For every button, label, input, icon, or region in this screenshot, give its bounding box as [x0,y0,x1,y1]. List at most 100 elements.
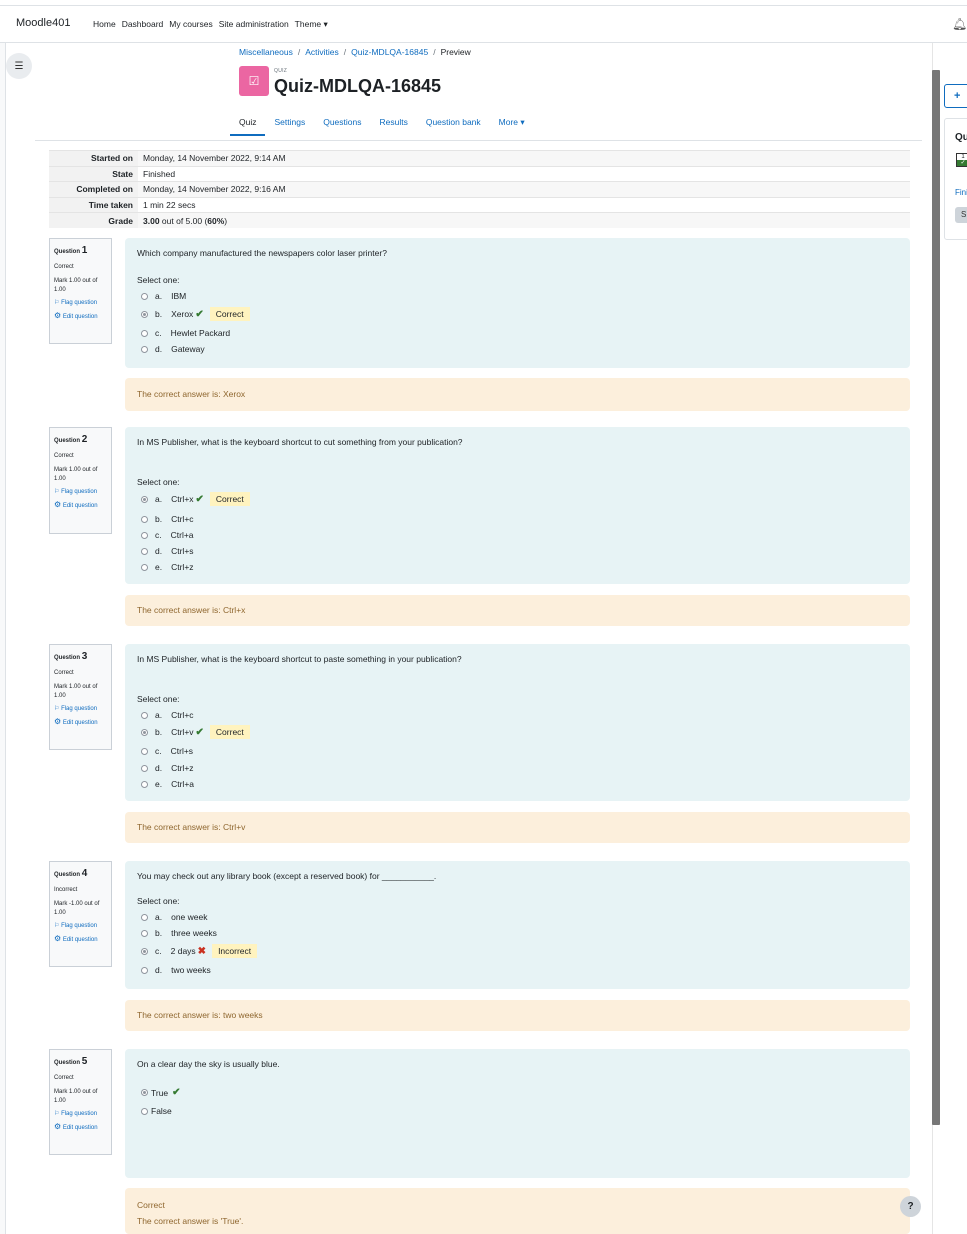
check-icon: ✓ [957,160,967,166]
module-label: QUIZ [274,68,288,74]
question-text: Which company manufactured the newspaper… [137,248,387,258]
quiz-navigation-question-button[interactable]: 1 ✓ [956,153,967,167]
edit-question-link[interactable]: ⚙ Edit question [54,499,107,511]
radio-button[interactable] [141,747,148,755]
help-button[interactable]: ? [900,1196,921,1217]
radio-button[interactable] [141,913,148,921]
answer-option[interactable]: a. Ctrl+c [141,710,194,720]
radio-button[interactable] [141,966,148,974]
tab-quiz[interactable]: Quiz [230,111,266,136]
flag-question-link[interactable]: ⚐ Flag question [54,299,107,308]
summary-value: Monday, 14 November 2022, 9:16 AM [138,181,910,197]
radio-button[interactable] [141,780,148,788]
option-text: two weeks [171,965,211,975]
question-state: Incorrect [54,886,78,893]
question-state: Correct [54,669,74,676]
answer-option[interactable]: b. Ctrl+c [141,514,194,524]
radio-button[interactable] [141,711,148,719]
flag-question-link[interactable]: ⚐ Flag question [54,922,107,931]
question-text: In MS Publisher, what is the keyboard sh… [137,654,462,664]
flag-question-link[interactable]: ⚐ Flag question [54,1110,107,1119]
edit-question-link[interactable]: ⚙ Edit question [54,933,107,945]
scrollbar[interactable] [932,70,940,1125]
radio-button[interactable] [141,345,148,353]
option-text: Xerox [171,309,194,319]
quiz-activity-icon: ☑ [239,66,269,96]
radio-button[interactable] [141,728,148,736]
summary-value: Finished [138,165,910,182]
answer-option[interactable]: a. one week [141,912,207,922]
tab-question-bank[interactable]: Question bank [417,111,490,136]
question-state: Correct [54,1074,74,1081]
answer-option[interactable]: e. Ctrl+z [141,562,194,572]
option-text: Ctrl+z [171,763,194,773]
answer-option[interactable]: c. 2 days ✖ Incorrect [141,944,258,958]
start-new-preview-button[interactable]: S [955,207,967,223]
course-index-toggle-icon[interactable]: ☰ [6,53,32,79]
answer-option[interactable]: c. Ctrl+a [141,530,194,540]
grade-percent: 60% [207,215,225,226]
answer-option[interactable]: a. Ctrl+x ✔ Correct [141,492,250,506]
radio-button[interactable] [141,1107,148,1115]
breadcrumb-item-quiz[interactable]: Quiz-MDLQA-16845 [351,47,428,57]
nav-my-courses[interactable]: My courses [169,19,212,30]
radio-button[interactable] [141,515,148,523]
flag-question-link[interactable]: ⚐ Flag question [54,488,107,497]
answer-option[interactable]: b. three weeks [141,928,217,938]
radio-button[interactable] [141,531,148,539]
answer-option[interactable]: c. Ctrl+s [141,746,193,756]
answer-option[interactable]: d. two weeks [141,965,211,975]
gear-icon: ⚙ [54,717,62,727]
answer-option[interactable]: True ✔ [141,1087,181,1098]
tab-settings[interactable]: Settings [265,111,314,136]
radio-button[interactable] [141,547,148,555]
radio-button[interactable] [141,495,148,503]
edit-question-link[interactable]: ⚙ Edit question [54,716,107,728]
nav-theme-dropdown[interactable]: Theme ▾ [295,19,328,30]
option-text: True [151,1087,169,1098]
edit-question-link[interactable]: ⚙ Edit question [54,1121,107,1133]
summary-row-started: Started on Monday, 14 November 2022, 9:1… [49,150,910,166]
nav-site-administration[interactable]: Site administration [219,19,289,30]
finish-review-link[interactable]: Fini [955,188,967,197]
right-answer-text: The correct answer is: two weeks [137,1010,263,1020]
site-brand[interactable]: Moodle401 [16,17,70,29]
notifications-bell-icon[interactable]: 🔔︎ [952,17,967,31]
answer-option[interactable]: a. IBM [141,291,186,301]
answer-option[interactable]: e. Ctrl+a [141,779,194,789]
radio-button[interactable] [141,1089,148,1096]
radio-button[interactable] [141,929,148,937]
summary-row-state: State Finished [49,165,910,182]
flag-icon: ⚐ [54,488,60,495]
answer-option[interactable]: b. Xerox ✔ Correct [141,307,250,321]
nav-home[interactable]: Home [93,19,116,30]
tab-results[interactable]: Results [370,111,416,136]
answer-option[interactable]: d. Gateway [141,344,205,354]
flag-question-link[interactable]: ⚐ Flag question [54,705,107,714]
tab-questions[interactable]: Questions [314,111,370,136]
answer-option[interactable]: b. Ctrl+v ✔ Correct [141,725,250,739]
tab-more[interactable]: More ▾ [490,111,534,136]
breadcrumb-item-activities[interactable]: Activities [305,47,339,57]
flag-question-label: Flag question [61,299,98,306]
grade-close: ) [224,215,228,226]
summary-label: Completed on [49,181,138,197]
add-block-button[interactable]: + [944,84,967,108]
answer-option[interactable]: c. Hewlet Packard [141,328,230,338]
breadcrumb-item-miscellaneous[interactable]: Miscellaneous [239,47,293,57]
answer-option[interactable]: d. Ctrl+s [141,546,194,556]
radio-button[interactable] [141,329,148,337]
answer-option[interactable]: False [141,1106,172,1116]
summary-value: Monday, 14 November 2022, 9:14 AM [138,150,910,166]
radio-button[interactable] [141,947,148,955]
edit-question-link[interactable]: ⚙ Edit question [54,310,107,322]
radio-button[interactable] [141,764,148,772]
option-number: e. [155,562,163,572]
answer-option[interactable]: d. Ctrl+z [141,763,194,773]
radio-button[interactable] [141,292,148,300]
option-number: e. [155,779,163,789]
question-info: Question 1 Correct Mark 1.00 out of 1.00… [49,238,112,344]
radio-button[interactable] [141,310,148,318]
nav-dashboard[interactable]: Dashboard [122,19,164,30]
radio-button[interactable] [141,563,148,571]
